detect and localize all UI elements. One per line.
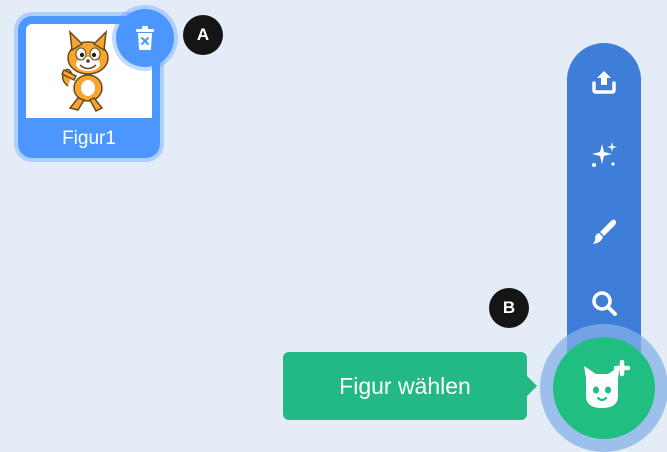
delete-sprite-button[interactable]: [116, 9, 174, 67]
surprise-sparkle-icon: [592, 142, 617, 167]
trash-icon: [136, 26, 154, 50]
sprite-name-label: Figur1: [62, 128, 116, 149]
choose-sprite-button[interactable]: [553, 337, 655, 439]
upload-sprite-button[interactable]: [567, 61, 641, 101]
cat-sprite-image: [60, 29, 109, 112]
sprite-pane: Figur1 A B Figur wählen: [0, 0, 667, 452]
paint-brush-icon: [593, 219, 616, 244]
choose-sprite-tooltip: Figur wählen: [283, 352, 527, 420]
paint-sprite-button[interactable]: [567, 212, 641, 252]
search-icon: [592, 291, 617, 316]
tooltip-arrow: [525, 374, 537, 398]
cat-plus-icon: [584, 360, 631, 408]
upload-icon: [592, 71, 616, 94]
surprise-sprite-button[interactable]: [567, 135, 641, 175]
marker-b: B: [489, 288, 529, 328]
search-sprite-button[interactable]: [567, 283, 641, 323]
marker-a: A: [183, 15, 223, 55]
